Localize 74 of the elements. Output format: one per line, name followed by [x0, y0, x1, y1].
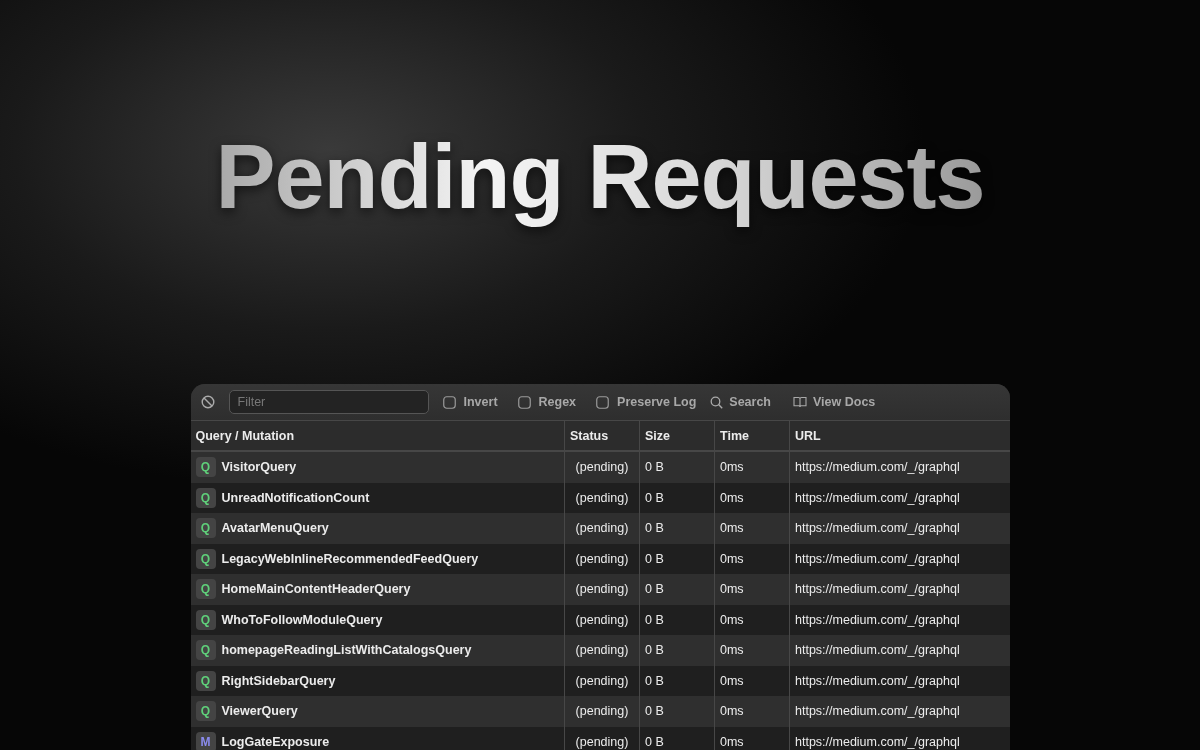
url-cell: https://medium.com/_/graphql [789, 604, 1010, 635]
status-cell: (pending) [564, 451, 640, 483]
operation-name: VisitorQuery [221, 460, 297, 475]
size-cell: 0 B [639, 451, 715, 483]
url-cell: https://medium.com/_/graphql [789, 482, 1010, 513]
size-cell: 0 B [639, 543, 715, 574]
column-header[interactable]: Time [714, 421, 790, 451]
status-cell: (pending) [564, 482, 640, 513]
size-cell: 0 B [639, 635, 715, 666]
search-icon [710, 395, 724, 409]
filter-field[interactable]: Filter [228, 390, 429, 414]
view-docs-button[interactable]: View Docs [793, 395, 876, 409]
status-cell: (pending) [564, 543, 640, 574]
status-cell: (pending) [564, 604, 640, 635]
url-cell: https://medium.com/_/graphql [789, 574, 1010, 605]
option-label: Preserve Log [617, 395, 697, 409]
time-cell: 0ms [714, 665, 790, 696]
query-badge: Q [195, 518, 216, 539]
url-cell: https://medium.com/_/graphql [789, 513, 1010, 544]
operation-name: LogGateExposure [221, 734, 330, 749]
size-cell: 0 B [639, 665, 715, 696]
query-badge: Q [195, 548, 216, 569]
operation-name: LegacyWebInlineRecommendedFeedQuery [221, 551, 479, 566]
column-header[interactable]: URL [789, 421, 1010, 451]
option-label: Regex [538, 395, 577, 409]
checkbox-icon[interactable] [442, 395, 456, 409]
size-cell: 0 B [639, 574, 715, 605]
mutation-badge: M [195, 731, 216, 750]
url-cell: https://medium.com/_/graphql [789, 451, 1010, 483]
size-cell: 0 B [639, 513, 715, 544]
size-cell: 0 B [639, 482, 715, 513]
operation-name: UnreadNotificationCount [221, 490, 370, 505]
search-button[interactable]: Search [710, 395, 771, 409]
url-cell: https://medium.com/_/graphql [789, 635, 1010, 666]
status-cell: (pending) [564, 513, 640, 544]
column-header[interactable]: Size [639, 421, 715, 451]
operation-name: WhoToFollowModuleQuery [221, 612, 383, 627]
query-badge: Q [195, 579, 216, 600]
column-header[interactable]: Query / Mutation [190, 421, 565, 451]
time-cell: 0ms [714, 543, 790, 574]
url-cell: https://medium.com/_/graphql [789, 665, 1010, 696]
time-cell: 0ms [714, 696, 790, 727]
column-header[interactable]: Status [564, 421, 640, 451]
query-badge: Q [195, 609, 216, 630]
url-cell: https://medium.com/_/graphql [789, 543, 1010, 574]
url-cell: https://medium.com/_/graphql [789, 696, 1010, 727]
status-cell: (pending) [564, 696, 640, 727]
time-cell: 0ms [714, 635, 790, 666]
checkbox-icon[interactable] [596, 395, 610, 409]
time-cell: 0ms [714, 574, 790, 605]
time-cell: 0ms [714, 482, 790, 513]
operation-name: AvatarMenuQuery [221, 521, 329, 536]
url-cell: https://medium.com/_/graphql [789, 726, 1010, 750]
checkbox-icon[interactable] [517, 395, 531, 409]
query-badge: Q [195, 487, 216, 508]
time-cell: 0ms [714, 513, 790, 544]
operation-name: ViewerQuery [221, 704, 298, 719]
status-cell: (pending) [564, 574, 640, 605]
size-cell: 0 B [639, 604, 715, 635]
time-cell: 0ms [714, 604, 790, 635]
clear-icon[interactable] [200, 395, 215, 409]
query-badge: Q [195, 640, 216, 661]
status-cell: (pending) [564, 665, 640, 696]
query-badge: Q [195, 670, 216, 691]
size-cell: 0 B [639, 696, 715, 727]
option-label: Invert [463, 395, 498, 409]
query-badge: Q [195, 701, 216, 722]
time-cell: 0ms [714, 451, 790, 483]
operation-name: HomeMainContentHeaderQuery [221, 582, 411, 597]
status-cell: (pending) [564, 635, 640, 666]
book-icon [793, 396, 807, 408]
query-badge: Q [195, 457, 216, 478]
operation-name: homepageReadingListWithCatalogsQuery [221, 643, 472, 658]
operation-name: RightSidebarQuery [221, 673, 336, 688]
